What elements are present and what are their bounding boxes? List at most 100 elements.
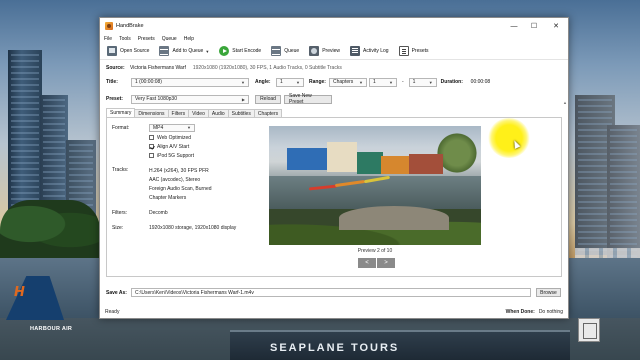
- preview-house: [327, 142, 357, 172]
- checkbox-box: [149, 135, 154, 140]
- close-button[interactable]: ✕: [544, 18, 568, 34]
- activity-log-icon: [350, 46, 361, 56]
- status-text: Ready: [105, 308, 120, 315]
- filters-row: Filters: Decomb: [112, 210, 262, 216]
- tab-chapters[interactable]: Chapters: [253, 109, 283, 117]
- browse-button[interactable]: Browse: [536, 288, 561, 297]
- chevron-down-icon: ▼: [241, 79, 245, 85]
- filters-label: Filters:: [112, 210, 127, 216]
- title-select[interactable]: 1 (00:00:08) ▼: [131, 77, 249, 87]
- preset-select[interactable]: Very Fast 1080p30 ▶: [131, 94, 249, 104]
- tab-filters[interactable]: Filters: [167, 109, 190, 117]
- format-options: Web Optimized Align A/V Start iPod 5G Su…: [149, 133, 262, 160]
- status-bar: Ready When Done: Do nothing: [100, 305, 568, 318]
- add-to-queue-icon: [159, 46, 170, 56]
- add-to-queue-button[interactable]: Add to Queue ▼: [154, 44, 214, 59]
- chevron-down-icon[interactable]: ▼: [205, 49, 209, 54]
- when-done-label: When Done:: [505, 308, 535, 315]
- size-label: Size:: [112, 225, 124, 231]
- menu-file[interactable]: File: [104, 36, 112, 42]
- building: [607, 125, 640, 265]
- angle-value: 1: [280, 79, 283, 85]
- open-source-label: Open Source: [120, 48, 150, 54]
- preset-row: Preset: Very Fast 1080p30 ▶ Reload Save …: [106, 93, 562, 105]
- toolbar: Open Source Add to Queue ▼ Start Encode …: [100, 43, 568, 60]
- size-value: 1920x1080 storage, 1920x1080 display: [149, 225, 237, 231]
- save-as-row: Save As: C:\Users\Ken\Videos\Victoria Fi…: [106, 288, 563, 297]
- tab-dimensions[interactable]: Dimensions: [134, 109, 169, 117]
- presets-button[interactable]: Presets: [394, 44, 434, 59]
- ipod-checkbox[interactable]: iPod 5G Support: [149, 151, 262, 160]
- tracks-label: Tracks:: [112, 167, 129, 173]
- align-av-checkbox[interactable]: Align A/V Start: [149, 142, 262, 151]
- track-item: Chapter Markers: [149, 195, 187, 201]
- source-name: Victoria Fishermans Warf: [130, 65, 186, 71]
- ipod-label: iPod 5G Support: [157, 152, 194, 159]
- range-label: Range:: [309, 79, 326, 85]
- queue-button[interactable]: Queue: [266, 44, 304, 59]
- preview-image[interactable]: [269, 126, 481, 245]
- start-encode-button[interactable]: Start Encode: [214, 44, 266, 59]
- track-item: AAC (avcodec), Stereo: [149, 177, 201, 183]
- presets-icon: [398, 46, 409, 56]
- range-separator: -: [402, 79, 404, 85]
- align-av-label: Align A/V Start: [157, 143, 190, 150]
- chevron-down-icon: ▼: [187, 125, 191, 130]
- menu-presets[interactable]: Presets: [138, 36, 155, 42]
- format-label: Format:: [112, 124, 130, 131]
- save-as-label: Save As:: [106, 289, 127, 296]
- preview-caption: Preview 2 of 10: [357, 248, 393, 254]
- save-new-preset-button[interactable]: Save New Preset: [284, 93, 332, 105]
- maximize-button[interactable]: ☐: [524, 18, 544, 34]
- web-optimized-checkbox[interactable]: Web Optimized: [149, 133, 262, 142]
- menu-bar: File Tools Presets Queue Help: [100, 34, 568, 43]
- range-start-value: 1: [373, 79, 376, 85]
- seaplane-logo: H: [14, 285, 25, 300]
- minimize-button[interactable]: —: [504, 18, 524, 34]
- format-value: MP4: [153, 124, 164, 131]
- preview-house: [409, 154, 443, 174]
- menu-tools[interactable]: Tools: [119, 36, 131, 42]
- tab-audio[interactable]: Audio: [207, 109, 229, 117]
- open-source-button[interactable]: Open Source: [102, 44, 154, 59]
- preview-house: [287, 148, 327, 170]
- title-label: Title:: [106, 79, 118, 85]
- range-type-value: Chapters: [333, 79, 354, 85]
- tracks-row: Tracks: H.264 (x264), 30 FPS PFR AAC (av…: [112, 167, 262, 203]
- handbrake-app-icon: [105, 22, 113, 30]
- format-select[interactable]: MP4 ▼: [149, 123, 195, 132]
- title-bar[interactable]: HandBrake — ☐ ✕: [100, 18, 568, 34]
- preview-house: [381, 156, 411, 174]
- source-label: Source:: [106, 65, 125, 71]
- tab-summary[interactable]: Summary: [106, 108, 136, 117]
- checkbox-checked-box: [149, 144, 154, 149]
- reload-button[interactable]: Reload: [255, 94, 281, 104]
- trees: [0, 200, 100, 260]
- chevron-down-icon: ▼: [296, 79, 300, 85]
- range-end-select[interactable]: 1 ▼: [408, 77, 437, 87]
- chevron-down-icon: ▼: [428, 79, 433, 85]
- angle-select[interactable]: 1 ▼: [276, 77, 304, 87]
- when-done-select[interactable]: Do nothing: [539, 309, 563, 315]
- angle-label: Angle:: [255, 79, 271, 85]
- next-preview-button[interactable]: >: [377, 258, 395, 268]
- range-type-select[interactable]: Chapters ▼: [329, 77, 367, 87]
- menu-help[interactable]: Help: [184, 36, 194, 42]
- range-end-value: 1: [412, 79, 416, 85]
- tab-video[interactable]: Video: [188, 109, 209, 117]
- add-to-queue-label: Add to Queue: [172, 48, 204, 54]
- previous-preview-button[interactable]: <: [358, 258, 376, 268]
- scroll-up-icon[interactable]: ▲: [563, 100, 567, 105]
- source-details: 1920x1080 (1920x1080), 30 FPS, 1 Audio T…: [192, 65, 342, 71]
- tablet-mode-icon[interactable]: [578, 318, 600, 342]
- preview-button[interactable]: Preview: [304, 44, 345, 59]
- cursor-highlight: [488, 118, 530, 158]
- activity-log-button[interactable]: Activity Log: [345, 44, 394, 59]
- menu-queue[interactable]: Queue: [162, 36, 177, 42]
- tab-subtitles[interactable]: Subtitles: [227, 109, 255, 117]
- open-source-icon: [107, 46, 117, 56]
- preview-icon: [309, 46, 320, 56]
- seaplane-text: HARBOUR AIR: [30, 326, 73, 332]
- save-as-input[interactable]: C:\Users\Ken\Videos\Victoria Fishermans …: [131, 288, 531, 297]
- range-start-select[interactable]: 1 ▼: [369, 77, 397, 87]
